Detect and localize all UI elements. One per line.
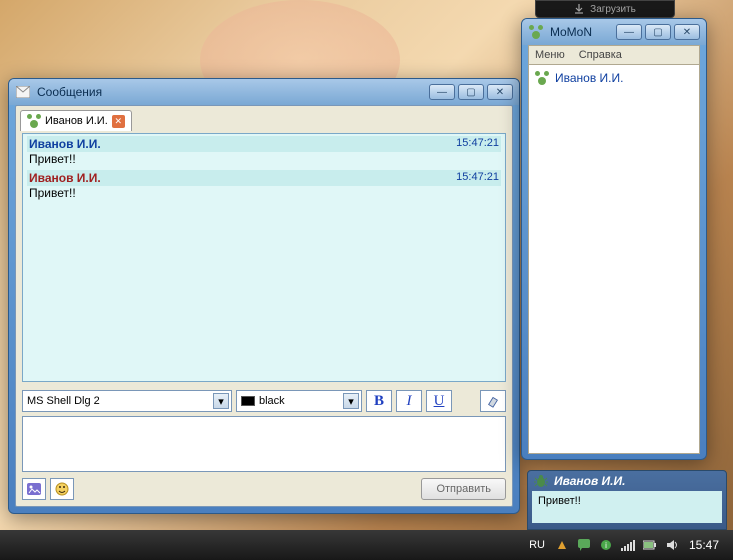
toast-body: Привет!! <box>532 491 722 523</box>
tray-chat-icon[interactable] <box>577 538 591 552</box>
taskbar: RU i 15:47 <box>0 530 733 560</box>
tabs-row: Иванов И.И. ✕ <box>16 106 512 131</box>
color-select[interactable]: black ▾ <box>236 390 362 412</box>
language-indicator[interactable]: RU <box>529 539 545 551</box>
momon-icon <box>535 71 549 85</box>
messages-window: Сообщения — ▢ ✕ Иванов И.И. ✕ Иванов И.И… <box>8 78 520 514</box>
contact-titlebar[interactable]: MoMoN — ▢ ✕ <box>522 19 706 45</box>
chevron-down-icon: ▾ <box>343 393 359 409</box>
menu-help[interactable]: Справка <box>579 49 622 61</box>
contact-title: MoMoN <box>550 25 616 39</box>
system-tray: i <box>555 538 679 552</box>
tray-info-icon[interactable]: i <box>599 538 613 552</box>
notification-toast[interactable]: Иванов И.И. Привет!! <box>527 470 727 530</box>
image-icon <box>27 483 41 495</box>
message-sender: Иванов И.И. <box>29 137 101 151</box>
contact-name: Иванов И.И. <box>555 71 623 85</box>
contact-item[interactable]: Иванов И.И. <box>533 69 695 87</box>
message-body: Привет!! <box>27 186 501 204</box>
emoji-button[interactable] <box>50 478 74 500</box>
italic-button[interactable]: I <box>396 390 422 412</box>
bottom-toolbar: Отправить <box>16 472 512 506</box>
contact-window: MoMoN — ▢ ✕ Меню Справка Иванов И.И. <box>521 18 707 460</box>
menubar: Меню Справка <box>528 45 700 64</box>
font-select-value: MS Shell Dlg 2 <box>27 395 100 407</box>
minimize-button[interactable]: — <box>616 24 642 40</box>
download-label: Загрузить <box>590 4 636 15</box>
message-time: 15:47:21 <box>456 137 499 151</box>
message-time: 15:47:21 <box>456 171 499 185</box>
message-header: Иванов И.И. 15:47:21 <box>27 136 501 152</box>
message-input[interactable] <box>22 416 506 472</box>
clear-format-button[interactable] <box>480 390 506 412</box>
send-button[interactable]: Отправить <box>421 478 506 500</box>
chat-tab[interactable]: Иванов И.И. ✕ <box>20 110 132 131</box>
download-bar[interactable]: Загрузить <box>535 0 675 18</box>
attach-image-button[interactable] <box>22 478 46 500</box>
messages-app-icon <box>15 84 31 100</box>
contact-list[interactable]: Иванов И.И. <box>528 64 700 454</box>
message-sender: Иванов И.И. <box>29 171 101 185</box>
momon-app-icon <box>528 24 544 40</box>
underline-button[interactable]: U <box>426 390 452 412</box>
maximize-button[interactable]: ▢ <box>458 84 484 100</box>
messages-title: Сообщения <box>37 85 429 99</box>
download-icon <box>574 4 584 14</box>
close-button[interactable]: ✕ <box>487 84 513 100</box>
format-toolbar: MS Shell Dlg 2 ▾ black ▾ B I U <box>16 386 512 416</box>
bug-icon <box>534 474 548 488</box>
menu-menu[interactable]: Меню <box>535 49 565 61</box>
font-select[interactable]: MS Shell Dlg 2 ▾ <box>22 390 232 412</box>
color-swatch <box>241 396 255 406</box>
toast-sender: Иванов И.И. <box>554 474 625 488</box>
close-button[interactable]: ✕ <box>674 24 700 40</box>
momon-icon <box>27 114 41 128</box>
clock[interactable]: 15:47 <box>689 538 719 552</box>
messages-titlebar[interactable]: Сообщения — ▢ ✕ <box>9 79 519 105</box>
chevron-down-icon: ▾ <box>213 393 229 409</box>
minimize-button[interactable]: — <box>429 84 455 100</box>
tab-close-icon[interactable]: ✕ <box>112 115 125 128</box>
tray-app-icon[interactable] <box>555 538 569 552</box>
chat-tab-label: Иванов И.И. <box>45 115 108 127</box>
color-select-value: black <box>259 395 285 407</box>
message-body: Привет!! <box>27 152 501 170</box>
bold-button[interactable]: B <box>366 390 392 412</box>
eraser-icon <box>486 394 500 408</box>
chat-history-pane[interactable]: Иванов И.И.15:47:21Привет!!Иванов И.И.15… <box>22 133 506 382</box>
message-header: Иванов И.И. 15:47:21 <box>27 170 501 186</box>
smiley-icon <box>55 482 69 496</box>
svg-text:i: i <box>605 541 607 550</box>
battery-icon[interactable] <box>643 538 657 552</box>
signal-icon[interactable] <box>621 538 635 552</box>
volume-icon[interactable] <box>665 538 679 552</box>
maximize-button[interactable]: ▢ <box>645 24 671 40</box>
